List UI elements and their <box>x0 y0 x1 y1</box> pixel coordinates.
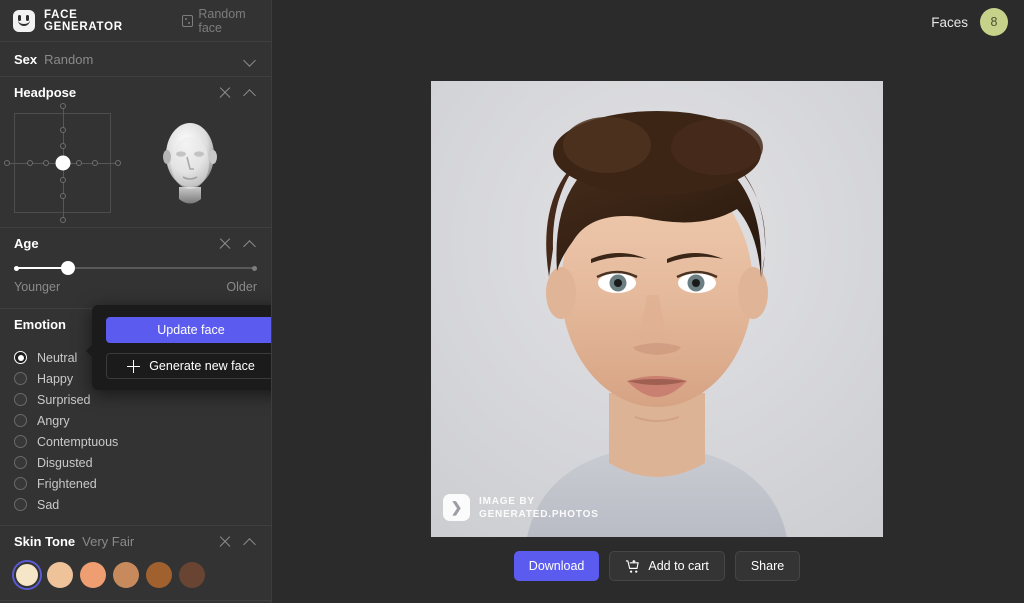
emotion-option-label: Angry <box>37 413 70 428</box>
radio-icon[interactable] <box>14 435 27 448</box>
emotion-option-angry[interactable]: Angry <box>14 410 257 431</box>
skin-tone-value: Very Fair <box>82 533 135 549</box>
radio-icon[interactable] <box>14 456 27 469</box>
brand-row: FACE GENERATOR Random face <box>0 0 271 41</box>
brand-name: FACE GENERATOR <box>44 8 123 33</box>
radio-icon[interactable] <box>14 393 27 406</box>
skin-tone-swatch[interactable] <box>113 562 139 588</box>
skin-tone-swatch[interactable] <box>80 562 106 588</box>
random-face-button[interactable]: Random face <box>181 6 271 35</box>
sex-title: Sex <box>14 51 38 67</box>
skin-tone-swatch[interactable] <box>146 562 172 588</box>
headpose-grid[interactable] <box>4 103 121 223</box>
emotion-option-label: Surprised <box>37 392 91 407</box>
emotion-option-label: Frightened <box>37 476 97 491</box>
face-actions-popup: Update face Generate new face <box>86 305 271 390</box>
chevron-right-badge-icon: ❯ <box>443 494 470 521</box>
watermark: ❯ IMAGE BY GENERATED.PHOTOS <box>443 494 599 521</box>
chevron-up-icon[interactable] <box>244 86 257 99</box>
generate-new-face-button[interactable]: Generate new face <box>106 353 271 379</box>
age-slider-thumb[interactable] <box>61 261 75 275</box>
share-button[interactable]: Share <box>734 551 801 581</box>
add-to-cart-label: Add to cart <box>648 559 709 573</box>
download-button[interactable]: Download <box>513 551 600 581</box>
generate-new-face-label: Generate new face <box>149 359 255 373</box>
chevron-up-icon[interactable] <box>244 237 257 250</box>
plus-icon <box>127 359 141 373</box>
age-title: Age <box>14 235 39 251</box>
generated-face-photo[interactable]: ❯ IMAGE BY GENERATED.PHOTOS <box>431 81 883 537</box>
age-min-label: Younger <box>14 280 61 294</box>
main-content: Faces 8 ❯ IMAGE BY GENERATED.PHOTOS Down… <box>272 0 1024 603</box>
emotion-option-disgusted[interactable]: Disgusted <box>14 452 257 473</box>
emotion-option-sad[interactable]: Sad <box>14 494 257 515</box>
sidebar: FACE GENERATOR Random face Sex Random He… <box>0 0 272 603</box>
emotion-option-contemptuous[interactable]: Contemptuous <box>14 431 257 452</box>
age-max-label: Older <box>226 280 257 294</box>
emotion-option-label: Happy <box>37 371 74 386</box>
skin-tone-swatch[interactable] <box>179 562 205 588</box>
radio-icon[interactable] <box>14 372 27 385</box>
headpose-handle[interactable] <box>55 155 70 171</box>
update-face-button[interactable]: Update face <box>106 317 271 343</box>
close-icon[interactable] <box>219 237 232 250</box>
cart-plus-icon <box>625 559 640 574</box>
watermark-line-1: IMAGE BY <box>479 495 535 507</box>
radio-icon[interactable] <box>14 351 27 364</box>
chevron-down-icon[interactable] <box>244 53 257 66</box>
section-sex[interactable]: Sex Random <box>0 42 271 76</box>
watermark-line-2: GENERATED.PHOTOS <box>479 508 599 520</box>
head-model-icon <box>163 123 217 204</box>
photo-actions: Download Add to cart Share <box>431 551 883 581</box>
emotion-option-surprised[interactable]: Surprised <box>14 389 257 410</box>
skin-tone-swatches <box>0 556 271 600</box>
dice-icon <box>181 14 194 27</box>
age-slider-track[interactable] <box>14 261 257 275</box>
face-generator-app: FACE GENERATOR Random face Sex Random He… <box>0 0 1024 603</box>
radio-icon[interactable] <box>14 498 27 511</box>
emotion-option-label: Contemptuous <box>37 434 119 449</box>
sex-value: Random <box>44 51 94 67</box>
random-face-label: Random face <box>198 6 246 35</box>
chevron-up-icon[interactable] <box>244 535 257 548</box>
close-icon[interactable] <box>219 86 232 99</box>
skin-tone-title: Skin Tone <box>14 533 76 549</box>
close-icon[interactable] <box>219 535 232 548</box>
faces-count-badge: 8 <box>980 8 1008 36</box>
emotion-option-label: Neutral <box>37 350 78 365</box>
radio-icon[interactable] <box>14 477 27 490</box>
smiley-face-icon <box>13 9 35 32</box>
emotion-title: Emotion <box>14 316 66 332</box>
skin-tone-swatch[interactable] <box>14 562 40 588</box>
emotion-option-label: Disgusted <box>37 455 93 470</box>
faces-label: Faces <box>931 14 968 30</box>
face-portrait-image <box>431 81 883 537</box>
emotion-option-label: Sad <box>37 497 60 512</box>
faces-counter[interactable]: Faces 8 <box>931 8 1008 36</box>
section-skin-tone-header: Skin Tone Very Fair <box>0 526 271 556</box>
skin-tone-swatch[interactable] <box>47 562 73 588</box>
head-preview <box>155 113 225 213</box>
section-age-header: Age <box>0 228 271 258</box>
radio-icon[interactable] <box>14 414 27 427</box>
emotion-option-frightened[interactable]: Frightened <box>14 473 257 494</box>
section-headpose-header: Headpose <box>0 77 271 107</box>
headpose-title: Headpose <box>14 84 77 100</box>
add-to-cart-button[interactable]: Add to cart <box>609 551 725 581</box>
age-slider-labels: Younger Older <box>0 270 271 294</box>
headpose-control[interactable] <box>0 103 271 227</box>
age-slider[interactable] <box>0 258 271 275</box>
